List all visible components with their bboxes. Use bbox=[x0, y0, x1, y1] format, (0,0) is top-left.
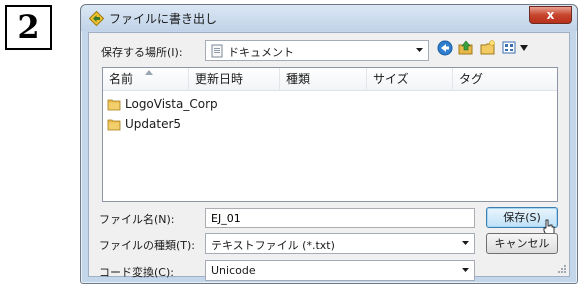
folder-icon bbox=[107, 99, 121, 111]
dialog-client-area: 保存する場所(I): ドキュメント 名前 更新日時 種類 サイズ タグ Logo… bbox=[88, 32, 570, 281]
file-list-view[interactable]: 名前 更新日時 種類 サイズ タグ LogoVista_Corp Updater… bbox=[102, 67, 558, 202]
up-folder-icon[interactable] bbox=[458, 40, 474, 56]
chevron-down-icon bbox=[462, 268, 469, 272]
app-icon bbox=[89, 11, 104, 26]
step-number-badge: 2 bbox=[5, 5, 52, 50]
column-header-modified[interactable]: 更新日時 bbox=[189, 68, 280, 90]
view-dropdown-arrow-icon[interactable] bbox=[519, 44, 529, 52]
new-folder-icon[interactable] bbox=[480, 40, 496, 56]
column-header-size[interactable]: サイズ bbox=[367, 68, 453, 90]
back-icon[interactable] bbox=[437, 40, 453, 56]
encoding-value: Unicode bbox=[211, 264, 256, 277]
save-location-label: 保存する場所(I): bbox=[101, 46, 183, 59]
sort-ascending-icon bbox=[145, 70, 153, 75]
close-button[interactable]: x bbox=[529, 6, 572, 24]
filename-label: ファイル名(N): bbox=[99, 213, 175, 226]
filename-input-field[interactable] bbox=[206, 209, 474, 227]
export-file-dialog: ファイルに書き出し x 保存する場所(I): ドキュメント 名前 更新日時 種類… bbox=[80, 4, 578, 284]
folder-icon bbox=[107, 119, 121, 131]
filename-input[interactable] bbox=[205, 208, 475, 228]
encoding-label: コード変換(C): bbox=[99, 266, 174, 279]
column-header-type[interactable]: 種類 bbox=[280, 68, 367, 90]
documents-icon bbox=[211, 44, 223, 58]
save-location-combo[interactable]: ドキュメント bbox=[205, 40, 429, 61]
column-header-name[interactable]: 名前 bbox=[103, 68, 189, 90]
dialog-title: ファイルに書き出し bbox=[109, 12, 218, 26]
filetype-label: ファイルの種類(T): bbox=[99, 239, 196, 252]
filetype-combo[interactable]: テキストファイル (*.txt) bbox=[205, 233, 475, 254]
cancel-button[interactable]: キャンセル bbox=[486, 233, 558, 254]
resize-grip-icon[interactable] bbox=[557, 264, 567, 274]
list-item-name: Updater5 bbox=[125, 117, 182, 131]
list-item-name: LogoVista_Corp bbox=[125, 97, 218, 111]
save-location-value: ドキュメント bbox=[228, 46, 294, 59]
filetype-value: テキストファイル (*.txt) bbox=[211, 239, 335, 252]
chevron-down-icon bbox=[416, 48, 423, 52]
column-header-tags[interactable]: タグ bbox=[453, 68, 557, 90]
encoding-combo[interactable]: Unicode bbox=[205, 260, 475, 281]
view-menu-icon[interactable] bbox=[502, 40, 518, 56]
title-bar[interactable]: ファイルに書き出し x bbox=[81, 5, 577, 31]
chevron-down-icon bbox=[462, 241, 469, 245]
